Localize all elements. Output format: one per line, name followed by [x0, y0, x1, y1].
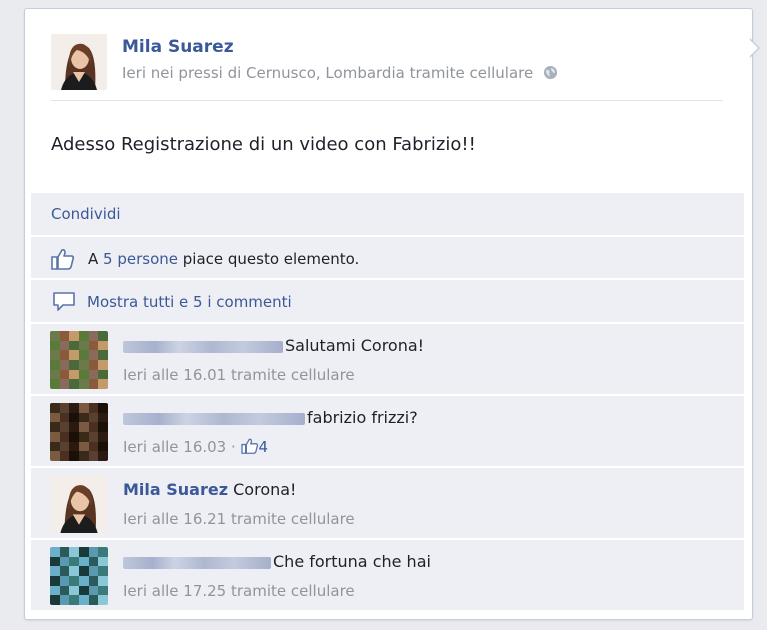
thumbs-up-icon — [51, 249, 75, 270]
feedback-section: Condividi A 5 persone piace questo eleme… — [31, 193, 744, 612]
commenter-name[interactable]: Mila Suarez — [123, 480, 228, 499]
comment-meta[interactable]: Ieri alle 16.01 tramite cellulare — [123, 366, 355, 384]
post-message: Adesso Registrazione di un video con Fab… — [51, 134, 476, 155]
commenter-avatar[interactable] — [50, 547, 108, 605]
share-link[interactable]: Condividi — [51, 205, 121, 223]
comment-like-count[interactable]: 4 — [259, 438, 269, 456]
likers-link[interactable]: 5 persone — [103, 250, 178, 268]
comment-item: fabrizio frizzi? Ieri alle 16.03 · 4 — [31, 396, 744, 466]
comment-item: Salutami Corona! Ieri alle 16.01 tramite… — [31, 324, 744, 394]
view-all-comments-row[interactable]: Mostra tutti e 5 i commenti — [31, 280, 744, 322]
comment-meta: Ieri alle 16.03 · 4 — [123, 438, 269, 456]
commenter-name-blurred[interactable] — [123, 412, 305, 425]
comment-text: Salutami Corona! — [285, 336, 425, 355]
likes-summary: A 5 persone piace questo elemento. — [31, 237, 744, 278]
pixelated-avatar — [50, 403, 108, 461]
comment-text: fabrizio frizzi? — [307, 408, 418, 427]
pixelated-avatar — [50, 547, 108, 605]
comment-meta[interactable]: Ieri alle 17.25 tramite cellulare — [123, 582, 355, 600]
thumbs-up-icon[interactable] — [240, 438, 259, 454]
commenter-name-blurred[interactable] — [123, 556, 271, 569]
commenter-avatar[interactable] — [50, 403, 108, 461]
post-author[interactable]: Mila Suarez — [122, 37, 234, 57]
post-meta: Ieri nei pressi di Cernusco, Lombardia t… — [122, 64, 558, 82]
comment-meta[interactable]: Ieri alle 16.21 tramite cellulare — [123, 510, 355, 528]
post-meta-text[interactable]: Ieri nei pressi di Cernusco, Lombardia t… — [122, 64, 533, 82]
post-header: Mila Suarez Ieri nei pressi di Cernusco,… — [51, 34, 723, 101]
comment-text: Corona! — [233, 480, 297, 499]
globe-icon[interactable] — [543, 65, 558, 80]
share-row: Condividi — [31, 193, 744, 235]
commenter-avatar[interactable] — [50, 475, 108, 533]
commenter-avatar[interactable] — [50, 331, 108, 389]
pixelated-avatar — [50, 331, 108, 389]
comment-bubble-icon — [53, 292, 75, 311]
commenter-name-blurred[interactable] — [123, 340, 283, 353]
author-avatar[interactable] — [51, 34, 107, 90]
comment-item: Che fortuna che hai Ieri alle 17.25 tram… — [31, 540, 744, 610]
comment-item: Mila Suarez Corona! Ieri alle 16.21 tram… — [31, 468, 744, 538]
likes-text: A 5 persone piace questo elemento. — [88, 250, 360, 268]
comment-text: Che fortuna che hai — [273, 552, 431, 571]
view-all-comments-link[interactable]: Mostra tutti e 5 i commenti — [87, 293, 292, 311]
